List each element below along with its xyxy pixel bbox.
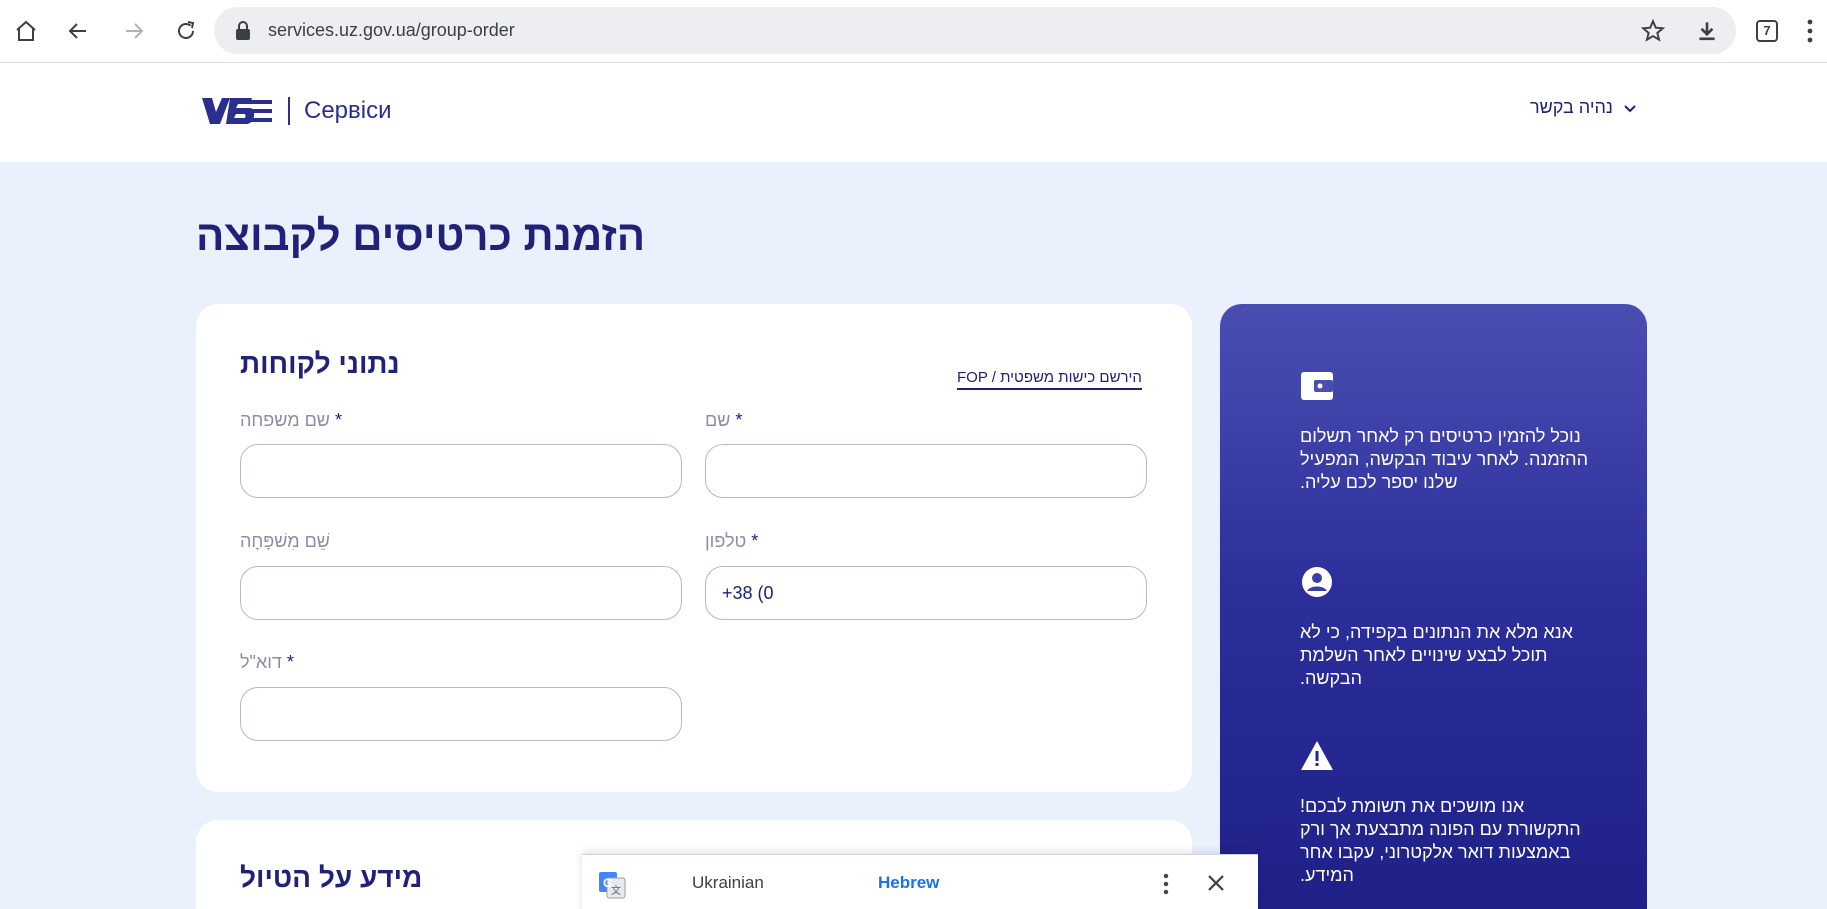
more-options-icon[interactable]	[1162, 873, 1170, 895]
fop-legal-entity-link[interactable]: FOP / הירשם כישות משפטית	[957, 369, 1142, 390]
info-item-payment: נוכל להזמין כרטיסים רק לאחר תשלום ההזמנה…	[1300, 370, 1590, 494]
info-panel: נוכל להזמין כרטיסים רק לאחר תשלום ההזמנה…	[1220, 304, 1647, 909]
site-logo[interactable]: Сервіси	[200, 91, 392, 131]
bookmark-star-icon[interactable]	[1640, 18, 1666, 44]
phone-input[interactable]: +38 (0	[705, 566, 1147, 620]
uz-logo-icon	[202, 98, 272, 124]
last-name-label: שם משפחה *	[240, 410, 342, 430]
wallet-icon	[1301, 372, 1333, 400]
info-item-careful: אנא מלא את הנתונים בקפידה, כי לא תוכל לב…	[1300, 566, 1590, 690]
browser-menu-icon[interactable]	[1806, 18, 1814, 44]
tab-switcher-button[interactable]: 7	[1756, 20, 1778, 42]
email-input[interactable]	[240, 687, 682, 741]
trip-info-title: מידע על הטיול	[240, 862, 423, 893]
account-circle-icon	[1302, 567, 1332, 597]
first-name-label: שם *	[705, 410, 743, 430]
page-title: הזמנת כרטיסים לקבוצה	[196, 212, 646, 259]
info-text-payment: נוכל להזמין כרטיסים רק לאחר תשלום ההזמנה…	[1300, 426, 1588, 492]
back-icon[interactable]	[64, 12, 92, 50]
info-item-attention: אנו מושכים את תשומת לבכם! התקשורת עם הפו…	[1300, 740, 1590, 887]
info-text-attention: אנו מושכים את תשומת לבכם! התקשורת עם הפו…	[1300, 796, 1581, 885]
phone-label: טלפון *	[705, 531, 759, 551]
logo-divider	[288, 97, 290, 125]
translate-bar: G 文 Ukrainian Hebrew	[582, 854, 1258, 909]
address-bar[interactable]: services.uz.gov.ua/group-order	[214, 7, 1736, 54]
close-icon[interactable]	[1206, 873, 1226, 893]
reload-icon[interactable]	[172, 12, 200, 50]
translate-target-tab[interactable]: Hebrew	[878, 873, 939, 893]
translate-source-tab[interactable]: Ukrainian	[692, 873, 764, 893]
contact-dropdown-label: נהיה בקשר	[1530, 97, 1613, 117]
contact-dropdown[interactable]: נהיה בקשר	[1530, 97, 1637, 118]
customer-form-title: נתוני לקוחות	[240, 348, 400, 379]
email-label: דוא"ל *	[240, 652, 294, 672]
last-name-input[interactable]	[240, 444, 682, 498]
home-icon[interactable]	[12, 12, 40, 50]
first-name-input[interactable]	[705, 444, 1147, 498]
patronymic-input[interactable]	[240, 566, 682, 620]
customer-form-card: נתוני לקוחות FOP / הירשם כישות משפטית שם…	[196, 304, 1192, 792]
warning-icon	[1301, 741, 1333, 770]
browser-toolbar: services.uz.gov.ua/group-order 7	[0, 0, 1827, 63]
download-icon[interactable]	[1694, 18, 1720, 44]
site-header: Сервіси נהיה בקשר	[0, 63, 1827, 162]
patronymic-label: שֵׁם מִשׁפָּחָה	[240, 531, 330, 551]
url-text[interactable]: services.uz.gov.ua/group-order	[268, 7, 515, 54]
forward-icon[interactable]	[120, 12, 148, 50]
chevron-down-icon	[1624, 104, 1636, 112]
info-text-careful: אנא מלא את הנתונים בקפידה, כי לא תוכל לב…	[1300, 622, 1573, 688]
brand-name: Сервіси	[304, 97, 392, 124]
google-translate-icon: G 文	[599, 872, 626, 899]
svg-text:文: 文	[611, 884, 621, 897]
lock-icon	[236, 21, 250, 40]
